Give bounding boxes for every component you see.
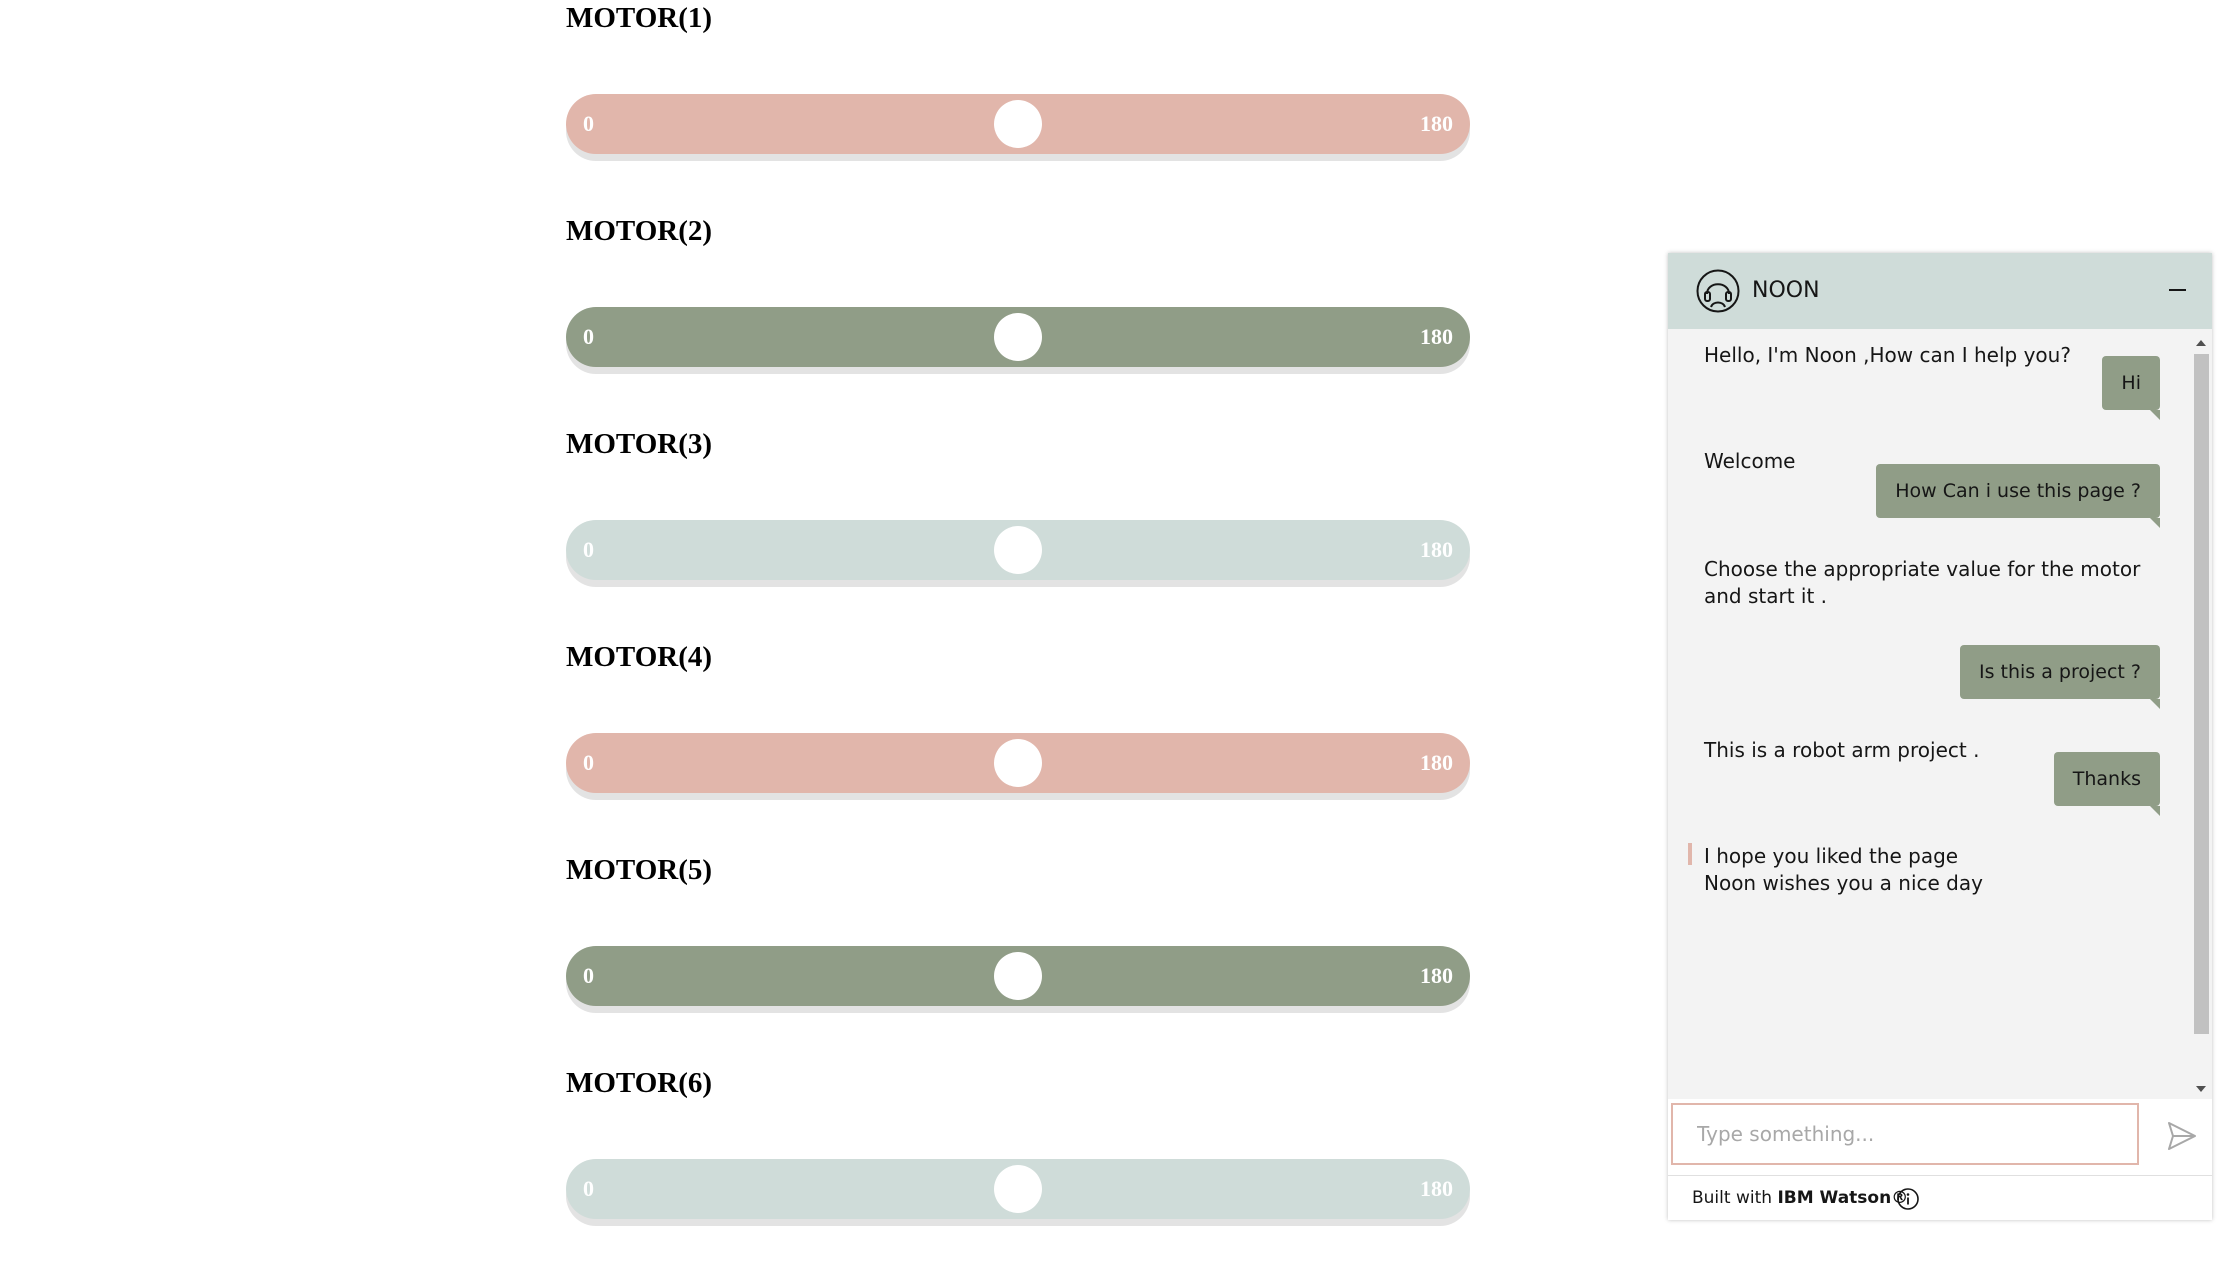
scroll-down-icon[interactable] <box>2196 1086 2206 1092</box>
bot-message-line: I hope you liked the page <box>1704 844 1959 868</box>
slider-thumb[interactable] <box>994 313 1042 361</box>
slider-thumb[interactable] <box>994 952 1042 1000</box>
slider-min-label: 0 <box>583 537 594 562</box>
slider-min-label: 0 <box>583 963 594 988</box>
slider-min-label: 0 <box>583 324 594 349</box>
message-accent-bar <box>1688 843 1692 865</box>
motor-6: MOTOR(6) 0 180 <box>566 1065 1470 1278</box>
footer-brand: IBM Watson® <box>1777 1188 1909 1208</box>
send-icon[interactable] <box>2165 1119 2199 1153</box>
motor-slider-track[interactable]: 0 180 <box>566 946 1470 1006</box>
chat-input-area <box>1668 1099 2212 1175</box>
slider-max-label: 180 <box>1420 111 1453 136</box>
slider-max-label: 180 <box>1420 963 1453 988</box>
slider-min-label: 0 <box>583 111 594 136</box>
message-list: Hello, I'm Noon ,How can I help you? Hi … <box>1668 329 2190 1151</box>
slider-thumb[interactable] <box>994 526 1042 574</box>
motor-slider-track[interactable]: 0 180 <box>566 1159 1470 1219</box>
motor-1: MOTOR(1) 0 180 <box>566 0 1470 213</box>
chat-input[interactable] <box>1671 1103 2139 1165</box>
slider-max-label: 180 <box>1420 750 1453 775</box>
slider-max-label: 180 <box>1420 1176 1453 1201</box>
user-headset-icon <box>1696 269 1740 313</box>
user-message: How Can i use this page ? <box>1876 464 2160 528</box>
motor-3: MOTOR(3) 0 180 <box>566 426 1470 639</box>
motor-title: MOTOR(4) <box>566 641 713 673</box>
bot-message-line: Noon wishes you a nice day <box>1704 871 1983 895</box>
user-message: Thanks <box>2053 752 2161 816</box>
slider-thumb[interactable] <box>994 100 1042 148</box>
scrollbar-thumb[interactable] <box>2194 354 2209 1034</box>
motor-slider-track[interactable]: 0 180 <box>566 307 1470 367</box>
motor-title: MOTOR(1) <box>566 2 713 34</box>
slider-max-label: 180 <box>1420 537 1453 562</box>
slider-thumb[interactable] <box>994 739 1042 787</box>
chat-widget: NOON Hello, I'm Noon ,How can I help you… <box>1668 253 2212 1220</box>
motor-slider-track[interactable]: 0 180 <box>566 733 1470 793</box>
motor-title: MOTOR(6) <box>566 1067 713 1099</box>
motor-slider-track[interactable]: 0 180 <box>566 520 1470 580</box>
slider-min-label: 0 <box>583 750 594 775</box>
message-scrollbar[interactable] <box>2190 336 2212 1096</box>
slider-min-label: 0 <box>583 1176 594 1201</box>
user-message: Is this a project ? <box>1959 645 2161 709</box>
motor-title: MOTOR(3) <box>566 428 713 460</box>
slider-max-label: 180 <box>1420 324 1453 349</box>
bot-message: I hope you liked the page Noon wishes yo… <box>1704 843 2174 897</box>
chat-footer: Built with IBM Watson® <box>1668 1175 2212 1220</box>
motor-2: MOTOR(2) 0 180 <box>566 213 1470 426</box>
motor-5: MOTOR(5) 0 180 <box>566 852 1470 1065</box>
scroll-up-icon[interactable] <box>2196 340 2206 346</box>
user-message: Hi <box>2102 356 2160 420</box>
footer-prefix: Built with <box>1692 1188 1778 1208</box>
motor-title: MOTOR(2) <box>566 215 713 247</box>
info-icon[interactable] <box>1896 1187 1920 1211</box>
minimize-icon[interactable] <box>2169 289 2186 291</box>
chat-title: NOON <box>1752 278 1820 303</box>
built-with-text: Built with IBM Watson® <box>1692 1176 1908 1220</box>
motor-title: MOTOR(5) <box>566 854 713 886</box>
motor-4: MOTOR(4) 0 180 <box>566 639 1470 852</box>
motor-controls: MOTOR(1) 0 180 MOTOR(2) 0 180 MOTOR(3) 0… <box>566 0 1470 1278</box>
chat-header: NOON <box>1668 253 2212 329</box>
slider-thumb[interactable] <box>994 1165 1042 1213</box>
bot-message: Choose the appropriate value for the mot… <box>1704 557 2141 608</box>
motor-slider-track[interactable]: 0 180 <box>566 94 1470 154</box>
